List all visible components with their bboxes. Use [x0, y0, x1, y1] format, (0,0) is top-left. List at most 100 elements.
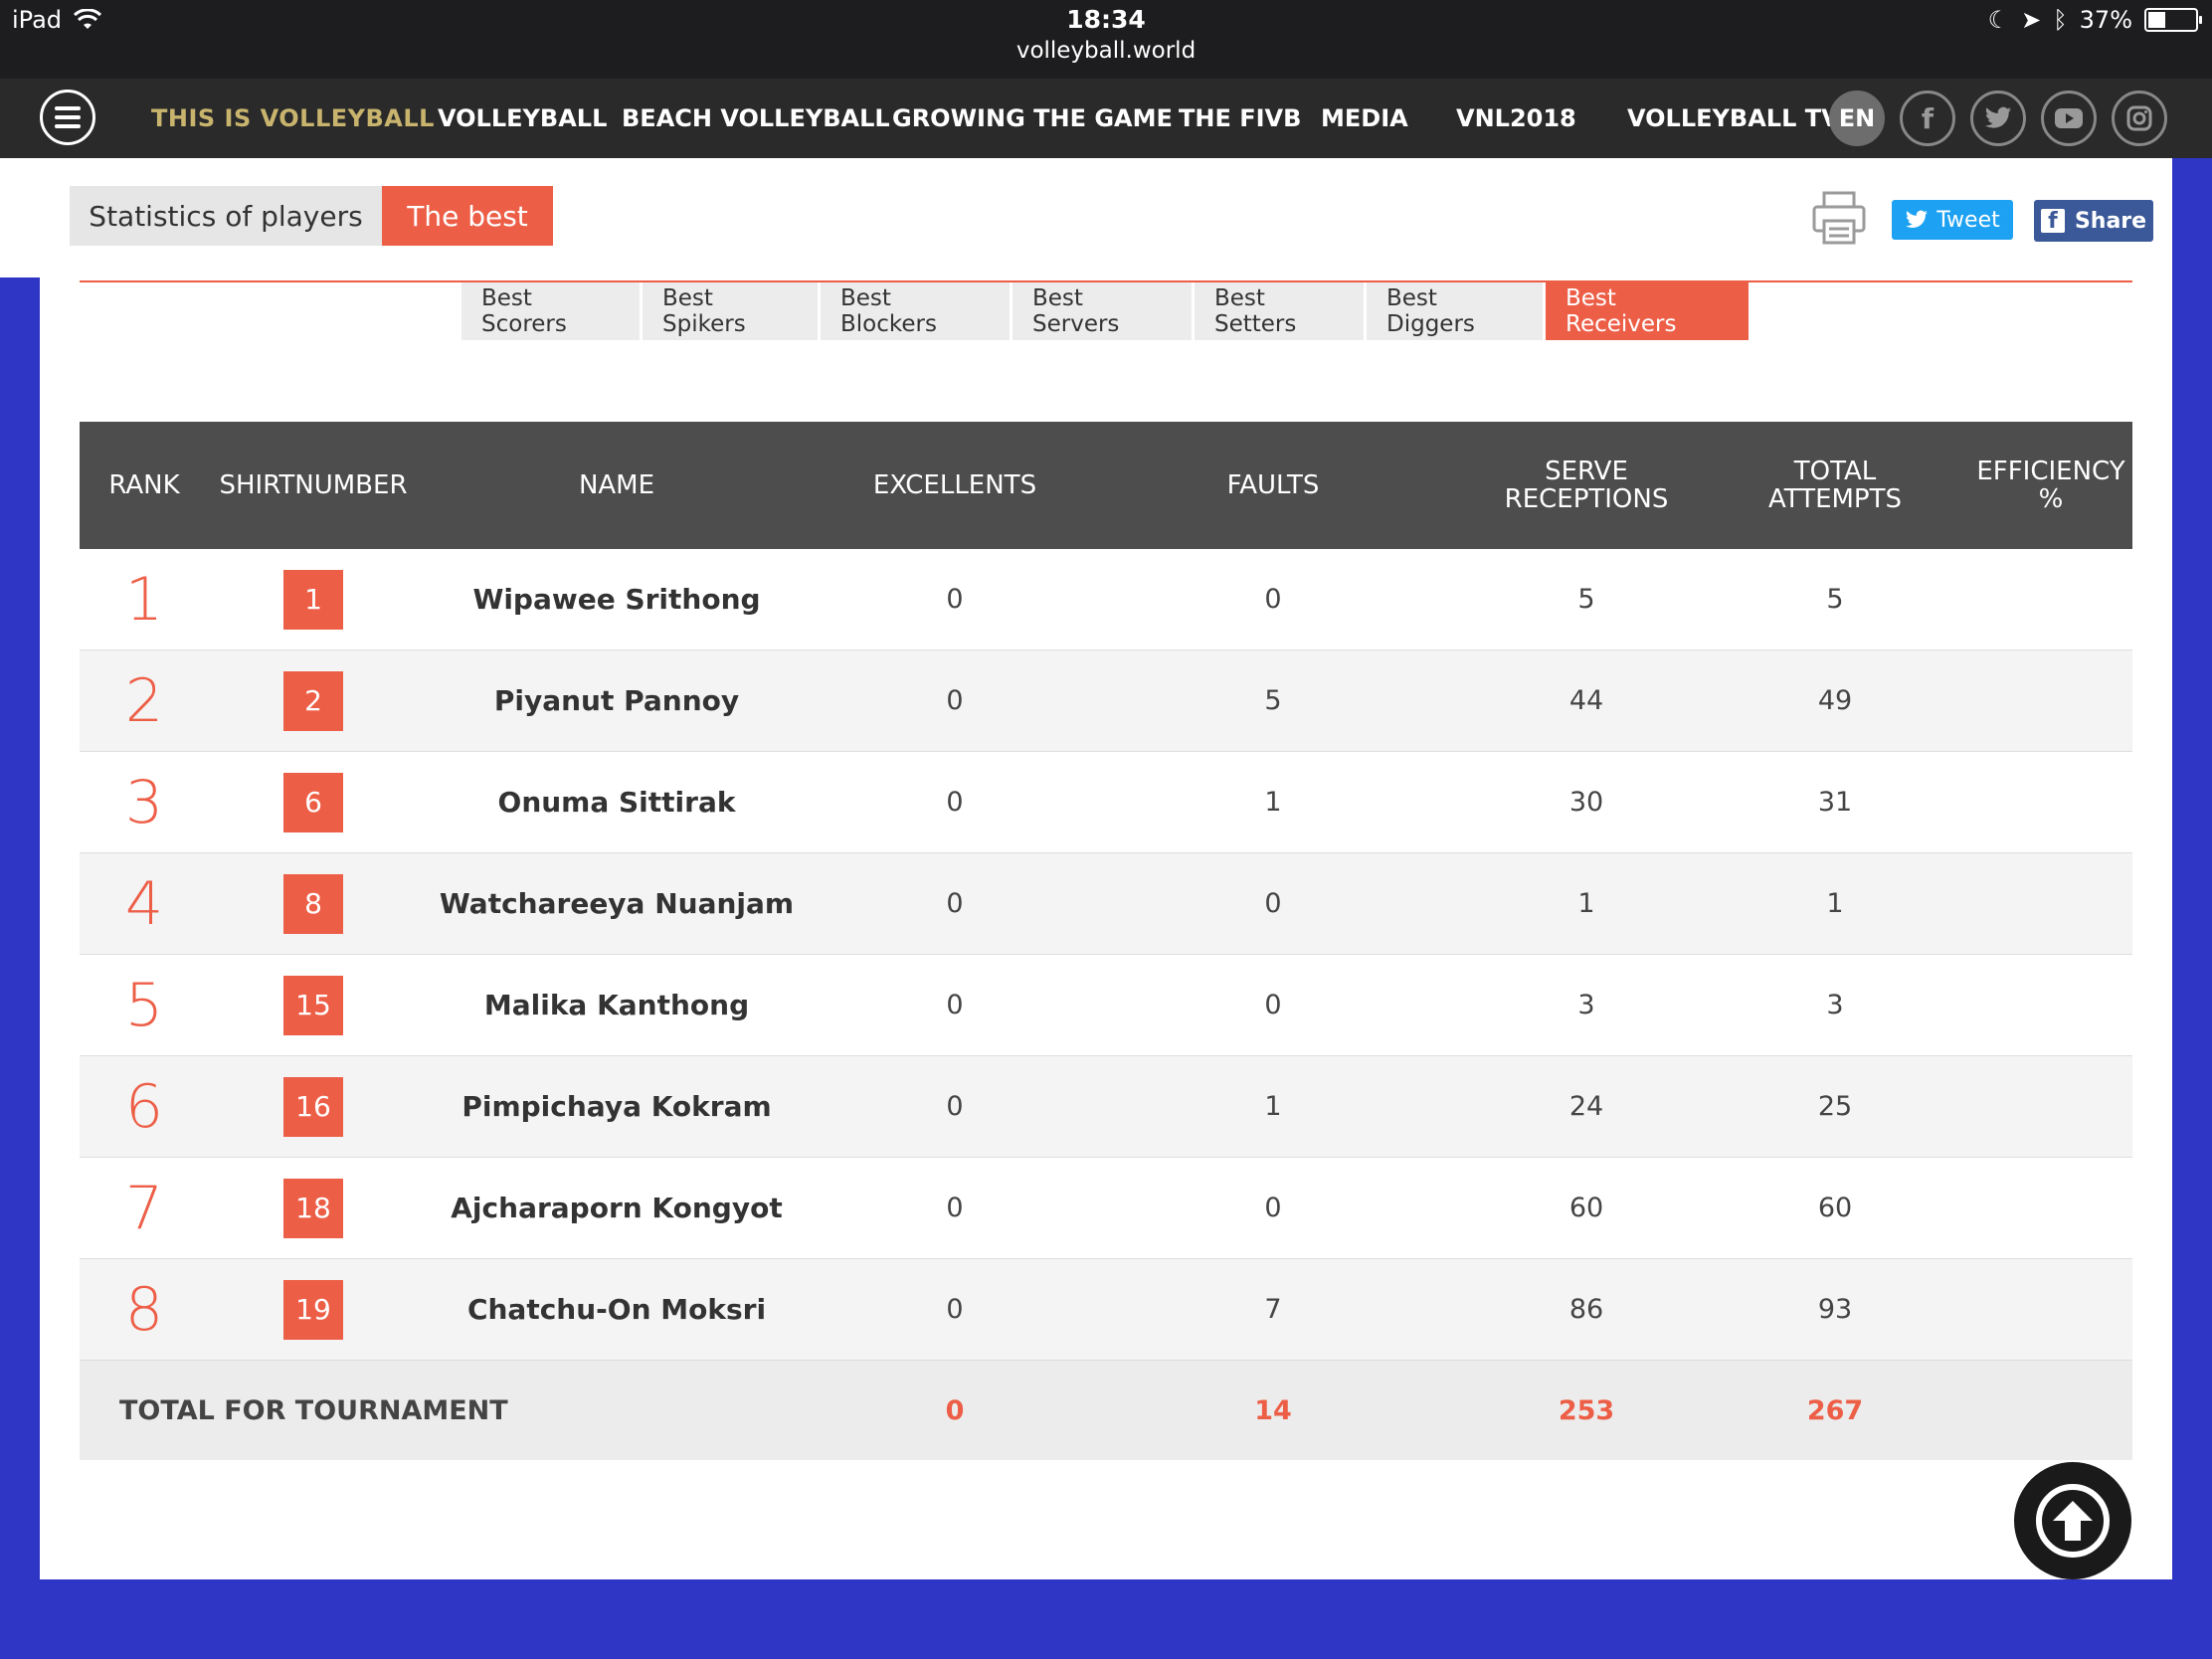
faults-cell: 0 — [1264, 990, 1282, 1020]
efficiency-cell — [1969, 1259, 2132, 1360]
excellents-cell: 0 — [946, 1193, 964, 1223]
shirt-number-badge: 18 — [283, 1178, 343, 1238]
statistics-of-players-tab[interactable]: Statistics of players — [70, 186, 382, 246]
rank-cell: 6 — [124, 1071, 164, 1142]
col-faults[interactable]: FAULTS — [1194, 422, 1353, 549]
col-serve-receptions-line1: SERVE — [1545, 457, 1628, 486]
table-header: RANK SHIRTNUMBER NAME EXCELLENTS FAULTS … — [80, 422, 2132, 549]
col-excellents[interactable]: EXCELLENTS — [816, 422, 1094, 549]
player-name[interactable]: Watchareeya Nuanjam — [418, 853, 816, 954]
col-efficiency-line1: EFFICIENCY — [1976, 457, 2125, 486]
status-center: 18:34 volleyball.world — [0, 5, 2212, 64]
nav-item-volleyball-tv[interactable]: VOLLEYBALL TV — [1627, 104, 1840, 132]
twitter-icon[interactable] — [1970, 91, 2026, 146]
brand-logo[interactable]: THIS IS VOLLEYBALL — [151, 104, 435, 132]
excellents-cell: 0 — [946, 1091, 964, 1122]
efficiency-cell — [1969, 1158, 2132, 1258]
rank-cell: 1 — [124, 564, 164, 635]
tab-best-spikers[interactable]: Best Spikers — [643, 282, 818, 340]
player-name[interactable]: Pimpichaya Kokram — [418, 1056, 816, 1157]
nav-item-beach-volleyball[interactable]: BEACH VOLLEYBALL — [622, 104, 890, 132]
tweet-button[interactable]: Tweet — [1892, 200, 2013, 240]
tab-best-diggers[interactable]: Best Diggers — [1367, 282, 1543, 340]
col-rank[interactable]: RANK — [80, 422, 209, 549]
rank-cell: 4 — [124, 868, 164, 939]
attempts-cell: 1 — [1826, 888, 1844, 919]
table-row: 7 18 Ajcharaporn Kongyot 0 0 60 60 — [80, 1158, 2132, 1259]
hamburger-menu-icon[interactable] — [40, 90, 95, 145]
shirt-number-badge: 19 — [283, 1279, 343, 1340]
efficiency-cell — [1969, 650, 2132, 751]
table-row: 4 8 Watchareeya Nuanjam 0 0 1 1 — [80, 853, 2132, 955]
col-name[interactable]: NAME — [418, 422, 816, 549]
stats-table: RANK SHIRTNUMBER NAME EXCELLENTS FAULTS … — [80, 422, 2132, 1460]
col-shirtnumber[interactable]: SHIRTNUMBER — [209, 422, 418, 549]
faults-cell: 1 — [1264, 787, 1282, 818]
main-nav: THIS IS VOLLEYBALL VOLLEYBALL BEACH VOLL… — [0, 79, 2212, 158]
youtube-icon[interactable] — [2041, 91, 2097, 146]
faults-cell: 0 — [1264, 888, 1282, 919]
tab-best-servers[interactable]: Best Servers — [1013, 282, 1192, 340]
tweet-label: Tweet — [1936, 207, 2000, 233]
share-label: Share — [2074, 208, 2147, 234]
nav-item-volleyball[interactable]: VOLLEYBALL — [438, 104, 607, 132]
col-total-attempts[interactable]: TOTAL ATTEMPTS — [1721, 422, 1949, 549]
receptions-cell: 44 — [1568, 685, 1604, 716]
attempts-cell: 49 — [1817, 685, 1853, 716]
col-efficiency[interactable]: EFFICIENCY % — [1969, 422, 2132, 549]
facebook-logo-icon: f — [2040, 209, 2065, 234]
tab-best-blockers[interactable]: Best Blockers — [821, 282, 1010, 340]
receptions-cell: 5 — [1577, 584, 1595, 615]
nav-item-growing-the-game[interactable]: GROWING THE GAME — [892, 104, 1173, 132]
shirt-cell: 18 — [209, 1158, 418, 1258]
scroll-to-top-button[interactable] — [2014, 1462, 2131, 1579]
arrow-up-circle-icon — [2036, 1484, 2110, 1558]
nav-item-the-fivb[interactable]: THE FIVB — [1179, 104, 1301, 132]
address-url[interactable]: volleyball.world — [0, 38, 2212, 64]
nav-item-vnl2018[interactable]: VNL2018 — [1456, 104, 1576, 132]
tab-best-setters[interactable]: Best Setters — [1195, 282, 1364, 340]
total-label: TOTAL FOR TOURNAMENT — [119, 1394, 508, 1426]
print-icon[interactable] — [1810, 189, 1868, 247]
attempts-cell: 3 — [1826, 990, 1844, 1020]
tab-best-receivers[interactable]: Best Receivers — [1546, 282, 1749, 340]
status-bar: iPad 18:34 volleyball.world ☾ ➤ ᛒ 37% — [0, 0, 2212, 79]
shirt-cell: 1 — [209, 549, 418, 649]
player-name[interactable]: Piyanut Pannoy — [418, 650, 816, 751]
player-name[interactable]: Ajcharaporn Kongyot — [418, 1158, 816, 1258]
share-button[interactable]: f Share — [2034, 200, 2153, 242]
attempts-cell: 93 — [1817, 1294, 1853, 1325]
table-row: 5 15 Malika Kanthong 0 0 3 3 — [80, 955, 2132, 1056]
faults-cell: 5 — [1264, 685, 1282, 716]
status-right: ☾ ➤ ᛒ 37% — [1988, 6, 2202, 34]
shirt-number-badge: 2 — [283, 670, 343, 731]
player-name[interactable]: Wipawee Srithong — [418, 549, 816, 649]
shirt-cell: 6 — [209, 752, 418, 852]
rank-cell: 5 — [124, 970, 164, 1040]
table-row: 2 2 Piyanut Pannoy 0 5 44 49 — [80, 650, 2132, 752]
tab-best-scorers[interactable]: Best Scorers — [461, 282, 640, 340]
bluetooth-icon: ᛒ — [2053, 6, 2068, 34]
rank-cell: 2 — [124, 665, 164, 736]
receptions-cell: 3 — [1577, 990, 1595, 1020]
total-row: TOTAL FOR TOURNAMENT 0 14 253 267 — [80, 1361, 2132, 1460]
col-efficiency-line2: % — [2038, 484, 2064, 514]
excellents-cell: 0 — [946, 888, 964, 919]
the-best-tab[interactable]: The best — [382, 186, 553, 246]
facebook-icon[interactable]: f — [1900, 91, 1955, 146]
attempts-cell: 5 — [1826, 584, 1844, 615]
shirt-cell: 2 — [209, 650, 418, 751]
location-arrow-icon: ➤ — [2021, 6, 2042, 34]
language-selector[interactable]: EN — [1829, 91, 1885, 146]
nav-item-media[interactable]: MEDIA — [1321, 104, 1408, 132]
player-name[interactable]: Malika Kanthong — [418, 955, 816, 1055]
receptions-cell: 30 — [1568, 787, 1604, 818]
col-serve-receptions[interactable]: SERVE RECEPTIONS — [1472, 422, 1701, 549]
shirt-cell: 19 — [209, 1259, 418, 1360]
total-attempts: 267 — [1806, 1394, 1864, 1426]
shirt-cell: 15 — [209, 955, 418, 1055]
player-name[interactable]: Chatchu-On Moksri — [418, 1259, 816, 1360]
instagram-icon[interactable] — [2112, 91, 2167, 146]
player-name[interactable]: Onuma Sittirak — [418, 752, 816, 852]
excellents-cell: 0 — [946, 990, 964, 1020]
